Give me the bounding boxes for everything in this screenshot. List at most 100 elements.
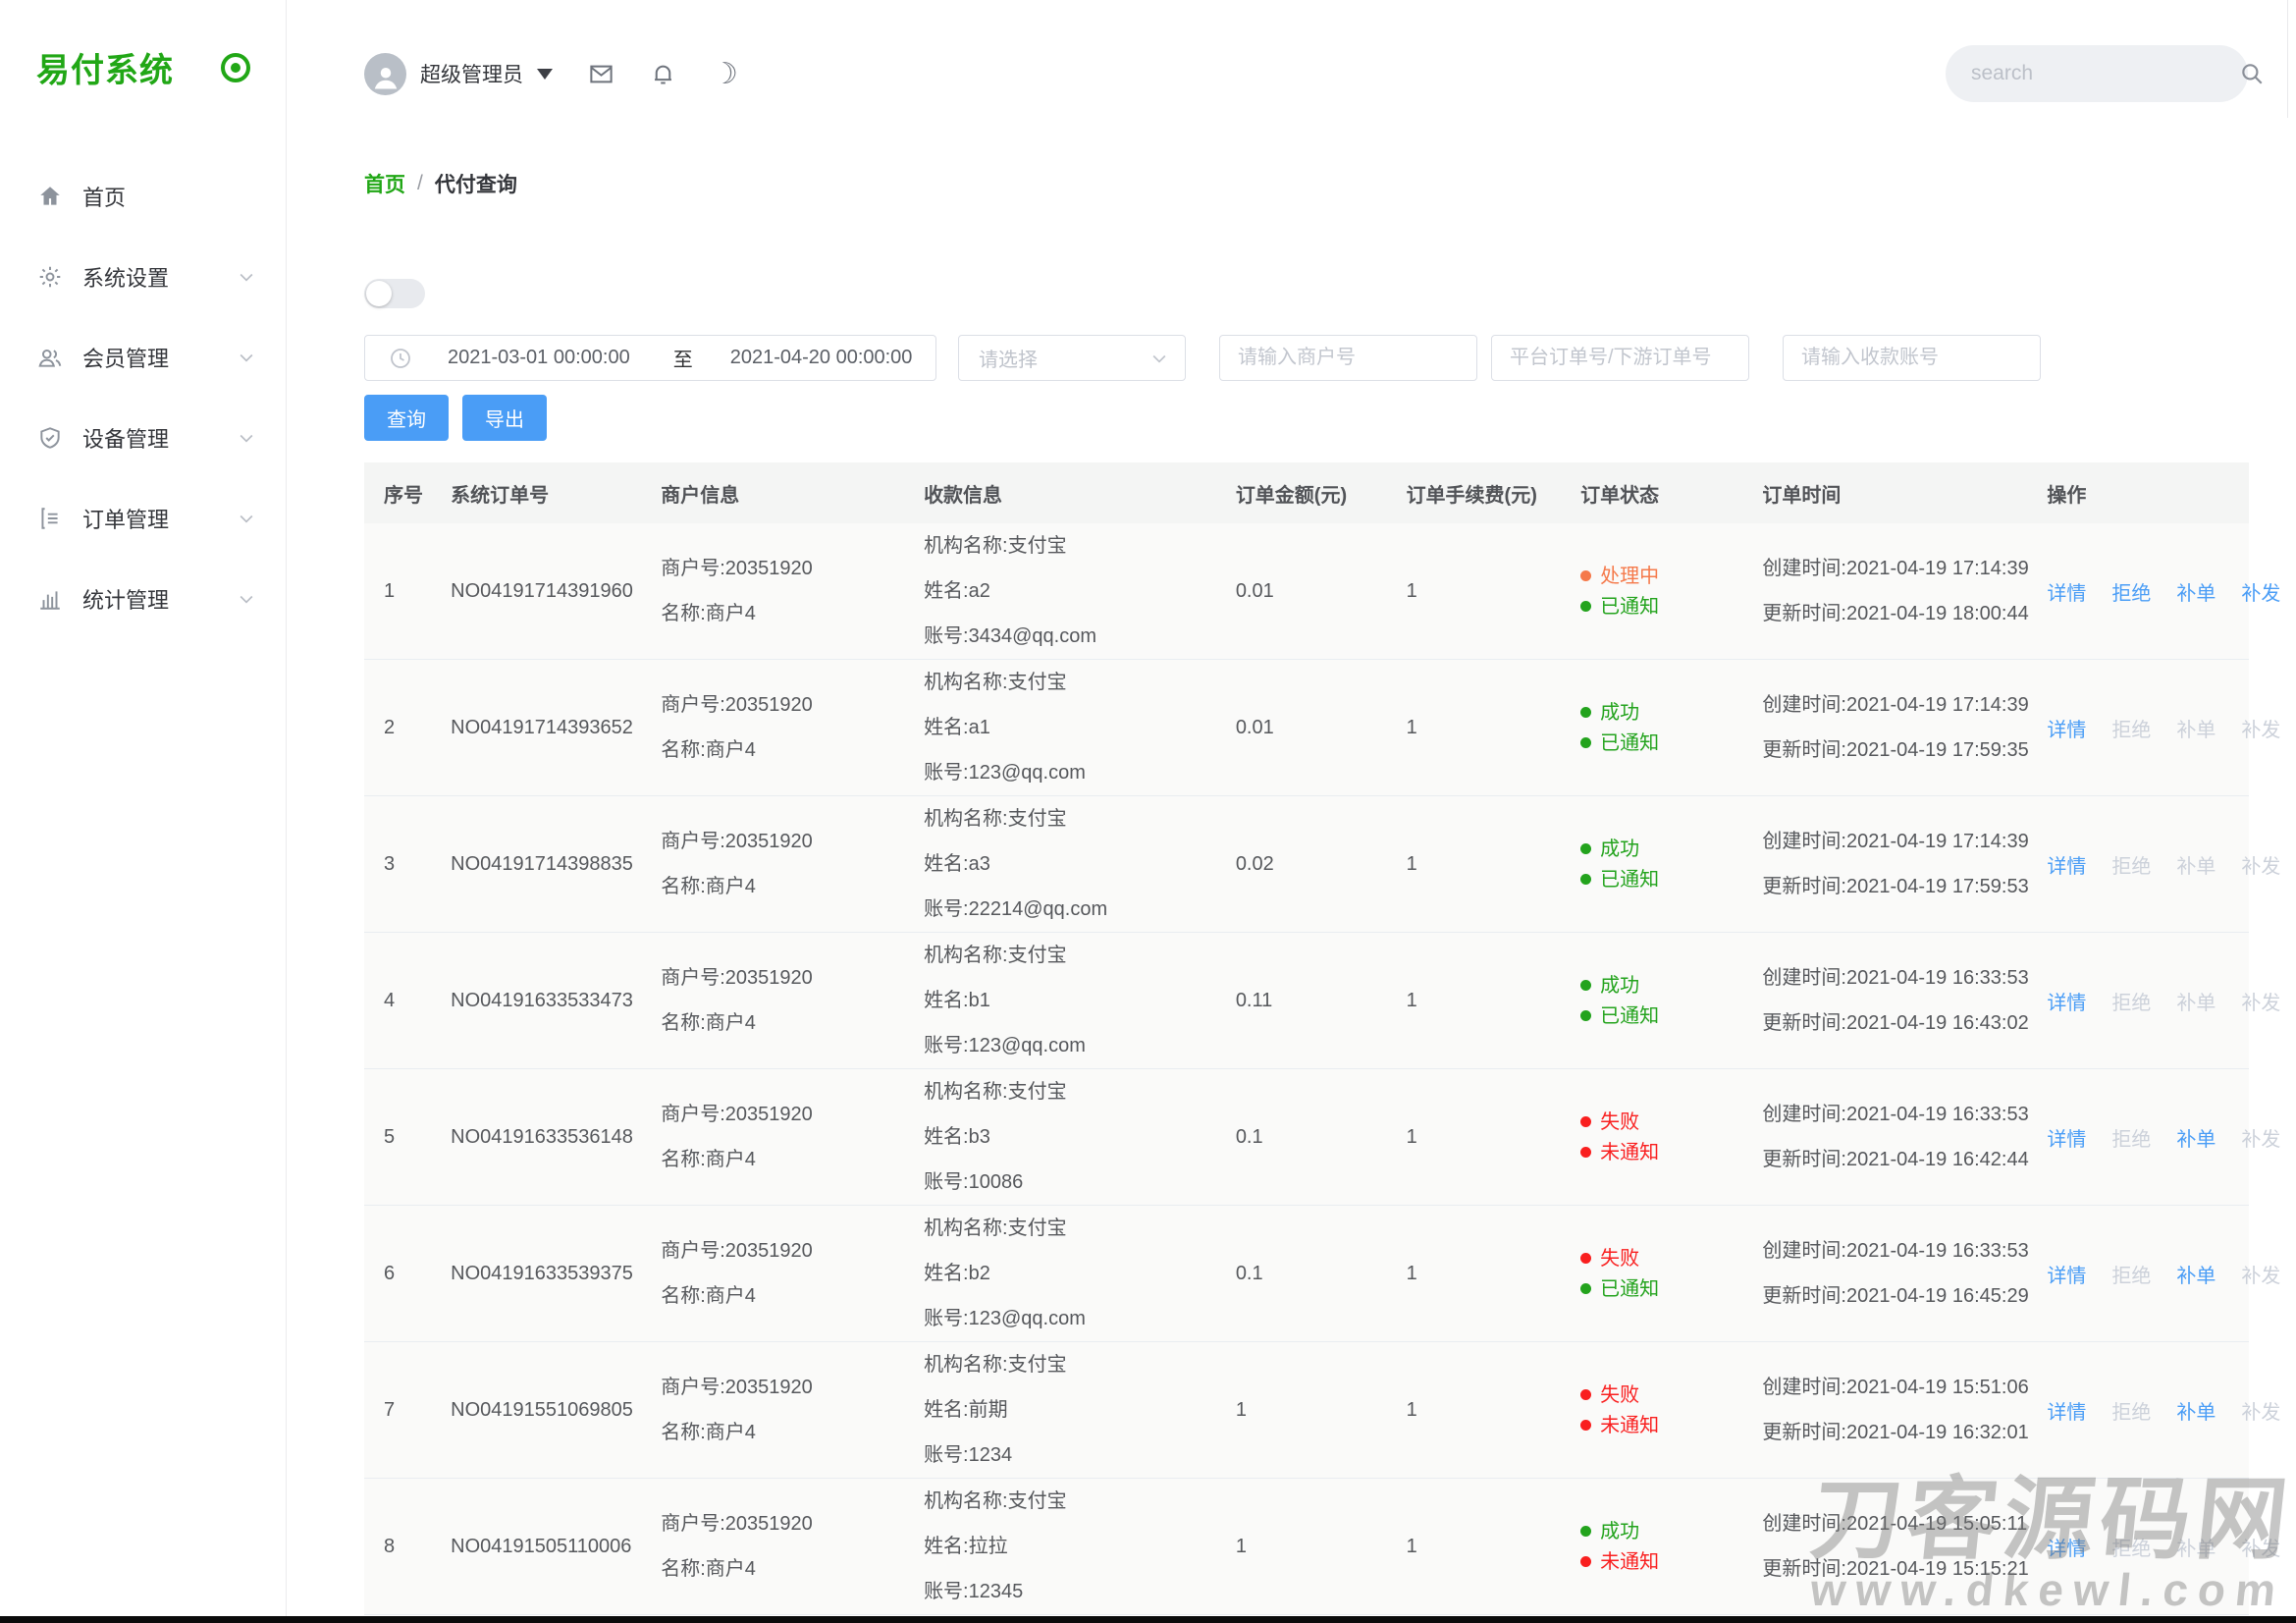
cell-order-no: NO04191714393652 [431, 717, 641, 739]
search-box [1946, 45, 2248, 102]
action-link[interactable]: 详情 [2047, 850, 2086, 879]
status-select[interactable]: 请选择 [958, 335, 1186, 381]
action-link: 拒绝 [2111, 1123, 2151, 1152]
chevron-down-icon [537, 69, 553, 80]
action-link: 补发 [2241, 1123, 2280, 1152]
chevron-down-icon [237, 348, 256, 367]
breadcrumb-current: 代付查询 [435, 169, 517, 198]
cell-times: 创建时间:2021-04-19 16:33:53更新时间:2021-04-19 … [1742, 1092, 2027, 1182]
action-link[interactable]: 补单 [2176, 577, 2216, 606]
date-range-picker[interactable]: 2021-03-01 00:00:00 至 2021-04-20 00:00:0… [364, 335, 936, 381]
sidebar-item-home[interactable]: 首页 [0, 156, 286, 237]
clock-icon [389, 347, 412, 370]
cell-actions: 详情拒绝补单补发 [2027, 850, 2280, 879]
cell-order-no: NO04191714398835 [431, 853, 641, 876]
sidebar-item-devices[interactable]: 设备管理 [0, 398, 286, 478]
action-link[interactable]: 详情 [2047, 1260, 2086, 1288]
cell-times: 创建时间:2021-04-19 15:51:06更新时间:2021-04-19 … [1742, 1365, 2027, 1455]
cell-status: 成功已通知 [1561, 829, 1742, 900]
chevron-down-icon [237, 589, 256, 609]
cell-status: 处理中已通知 [1561, 556, 1742, 627]
home-icon [37, 184, 63, 209]
orders-table: 序号系统订单号商户信息收款信息订单金额(元)订单手续费(元)订单状态订单时间操作… [364, 462, 2249, 1615]
action-link: 拒绝 [2111, 850, 2151, 879]
action-link[interactable]: 详情 [2047, 1533, 2086, 1561]
cell-order-no: NO04191551069805 [431, 1399, 641, 1422]
action-link[interactable]: 补单 [2176, 1123, 2216, 1152]
date-to-label: 至 [673, 344, 693, 372]
action-link: 拒绝 [2111, 1533, 2151, 1561]
sidebar-item-orders[interactable]: 订单管理 [0, 478, 286, 559]
toggle-switch[interactable] [364, 279, 425, 308]
merchant-no-input[interactable] [1219, 335, 1477, 381]
username: 超级管理员 [420, 59, 523, 88]
moon-icon[interactable]: ☽ [712, 61, 738, 87]
cell-amount: 0.01 [1216, 717, 1387, 739]
export-button[interactable]: 导出 [462, 395, 547, 441]
avatar [364, 53, 406, 95]
cell-amount: 0.02 [1216, 853, 1387, 876]
action-link: 补单 [2176, 987, 2216, 1015]
cell-times: 创建时间:2021-04-19 17:14:39更新时间:2021-04-19 … [1742, 682, 2027, 773]
payee-account-input[interactable] [1783, 335, 2041, 381]
action-link[interactable]: 详情 [2047, 1123, 2086, 1152]
column-header: 系统订单号 [431, 479, 641, 508]
list-icon [37, 506, 63, 531]
action-link[interactable]: 详情 [2047, 577, 2086, 606]
cell-payee-info: 机构名称:支付宝姓名:拉拉账号:12345 [904, 1479, 1216, 1614]
action-link[interactable]: 详情 [2047, 1396, 2086, 1425]
status-badge: 已通知 [1580, 1006, 1742, 1026]
order-no-input[interactable] [1491, 335, 1749, 381]
cell-actions: 详情拒绝补单补发 [2027, 577, 2280, 606]
cell-amount: 1 [1216, 1536, 1387, 1558]
search-input[interactable] [1969, 61, 2239, 86]
collapse-toggle-icon[interactable] [221, 53, 250, 82]
bell-icon[interactable] [650, 61, 676, 87]
query-button[interactable]: 查询 [364, 395, 449, 441]
cell-index: 6 [364, 1263, 431, 1285]
action-link: 拒绝 [2111, 1260, 2151, 1288]
cell-merchant-info: 商户号:20351920名称:商户4 [641, 955, 904, 1046]
toggle-knob [366, 281, 392, 306]
cell-times: 创建时间:2021-04-19 17:14:39更新时间:2021-04-19 … [1742, 819, 2027, 909]
topbar: 超级管理员 ☽ [288, 0, 2296, 147]
action-link: 补发 [2241, 1396, 2280, 1425]
cell-status: 失败未通知 [1561, 1102, 1742, 1173]
cell-merchant-info: 商户号:20351920名称:商户4 [641, 1365, 904, 1455]
action-link: 补单 [2176, 1533, 2216, 1561]
breadcrumb-home-link[interactable]: 首页 [364, 169, 405, 198]
cell-actions: 详情拒绝补单补发 [2027, 1260, 2280, 1288]
action-link[interactable]: 补单 [2176, 1260, 2216, 1288]
sidebar-item-stats[interactable]: 统计管理 [0, 559, 286, 639]
action-link[interactable]: 补发 [2241, 577, 2280, 606]
action-link[interactable]: 详情 [2047, 714, 2086, 742]
button-row: 查询 导出 [364, 395, 2248, 441]
chevron-down-icon [237, 509, 256, 528]
cell-amount: 0.01 [1216, 580, 1387, 603]
column-header: 订单时间 [1742, 479, 2027, 508]
cell-payee-info: 机构名称:支付宝姓名:前期账号:1234 [904, 1342, 1216, 1478]
cell-actions: 详情拒绝补单补发 [2027, 1123, 2280, 1152]
sidebar-item-settings[interactable]: 系统设置 [0, 237, 286, 317]
cell-amount: 1 [1216, 1399, 1387, 1422]
search-icon[interactable] [2239, 61, 2265, 86]
action-link[interactable]: 详情 [2047, 987, 2086, 1015]
sidebar-item-label: 订单管理 [82, 503, 169, 534]
mail-icon[interactable] [588, 61, 614, 87]
status-badge: 失败 [1580, 1249, 1742, 1269]
status-dot-icon [1580, 843, 1591, 854]
shield-icon [37, 425, 63, 451]
action-link: 拒绝 [2111, 714, 2151, 742]
logo-row: 易付系统 [0, 0, 286, 91]
user-menu[interactable]: 超级管理员 [364, 53, 553, 95]
cell-payee-info: 机构名称:支付宝姓名:b1账号:123@qq.com [904, 933, 1216, 1068]
date-start-value: 2021-03-01 00:00:00 [448, 347, 630, 369]
action-link[interactable]: 补单 [2176, 1396, 2216, 1425]
column-header: 收款信息 [904, 479, 1216, 508]
status-badge: 已通知 [1580, 870, 1742, 890]
sidebar-item-members[interactable]: 会员管理 [0, 317, 286, 398]
table-row: 3NO04191714398835商户号:20351920名称:商户4机构名称:… [364, 796, 2249, 933]
chevron-down-icon [237, 428, 256, 448]
action-link[interactable]: 拒绝 [2111, 577, 2151, 606]
status-dot-icon [1580, 980, 1591, 991]
